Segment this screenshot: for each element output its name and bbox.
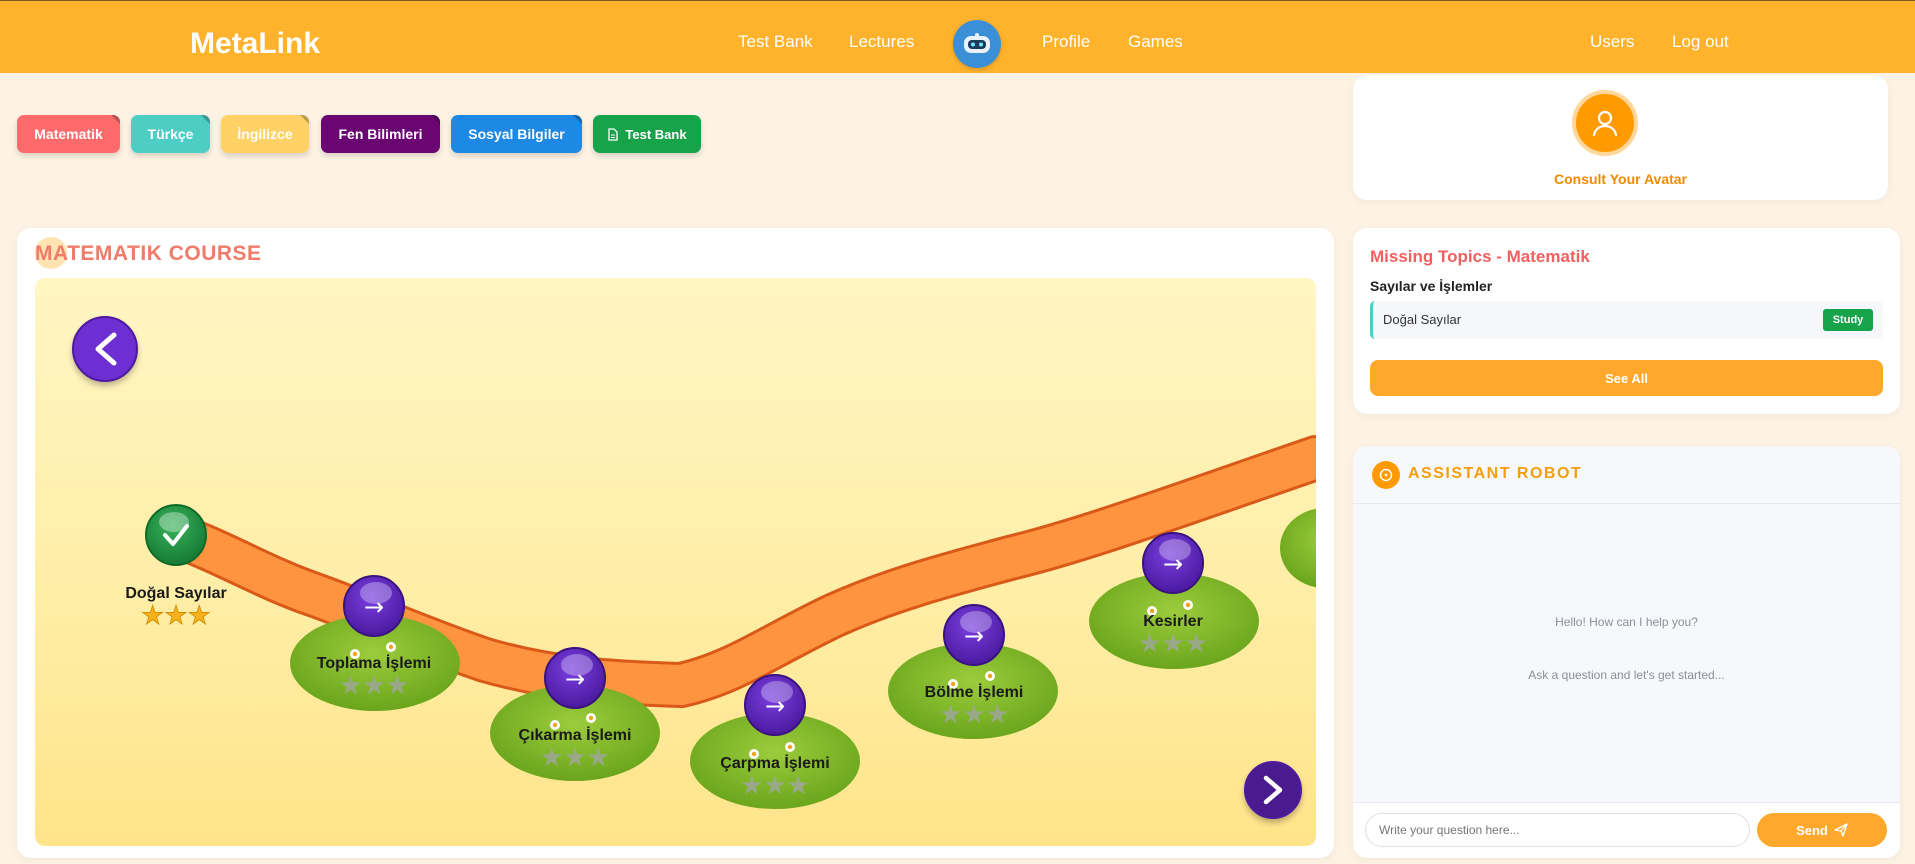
subject-turkce[interactable]: Türkçe: [131, 115, 210, 153]
send-button[interactable]: Send: [1757, 813, 1887, 847]
subject-test-bank[interactable]: Test Bank: [593, 115, 701, 153]
previous-button[interactable]: [72, 316, 138, 382]
question-input[interactable]: [1365, 813, 1750, 847]
arrow-right-icon: →: [1163, 550, 1183, 578]
subject-ingilizce[interactable]: İngilizce: [221, 115, 309, 153]
subject-label: Sosyal Bilgiler: [468, 126, 565, 142]
subject-label: Matematik: [34, 126, 103, 142]
lesson-label: Çarpma İşlemi: [720, 754, 829, 772]
assistant-input-bar: Send: [1353, 802, 1900, 858]
lesson-label: Toplama İşlemi: [317, 654, 431, 672]
app-logo[interactable]: MetaLink: [190, 27, 320, 61]
top-navbar: MetaLink Test Bank Lectures Profile Game…: [0, 0, 1915, 73]
course-title: MATEMATIK COURSE: [35, 242, 262, 265]
lesson-label: Bölme İşlemi: [925, 683, 1024, 701]
see-all-button[interactable]: See All: [1370, 360, 1883, 396]
paper-plane-icon: [1834, 823, 1848, 837]
chevron-right-icon: [1263, 775, 1283, 805]
nav-logout[interactable]: Log out: [1672, 32, 1729, 52]
subject-matematik[interactable]: Matematik: [17, 115, 120, 153]
island: [1280, 508, 1316, 588]
assistant-greeting: Hello! How can I help you?: [1555, 615, 1698, 629]
lesson-node-dogal-sayilar[interactable]: [145, 504, 207, 566]
subject-label: İngilizce: [237, 126, 293, 142]
missing-topic-name: Doğal Sayılar: [1383, 312, 1462, 327]
robot-icon[interactable]: [953, 20, 1001, 68]
missing-topics-title: Missing Topics - Matematik: [1370, 247, 1590, 266]
stars-empty: ★★★: [740, 771, 810, 801]
lesson-label: Doğal Sayılar: [125, 585, 226, 602]
next-button[interactable]: [1244, 761, 1302, 819]
lesson-label: Kesirler: [1143, 613, 1203, 630]
assistant-card: ASSISTANT ROBOT Hello! How can I help yo…: [1353, 446, 1900, 858]
subject-sosyal-bilgiler[interactable]: Sosyal Bilgiler: [451, 115, 582, 153]
arrow-right-icon: →: [964, 622, 984, 650]
assistant-header: ASSISTANT ROBOT: [1353, 446, 1900, 504]
nav-lectures[interactable]: Lectures: [849, 32, 914, 52]
lesson-node-kesirler[interactable]: →: [1142, 532, 1204, 594]
lesson-label: Çıkarma İşlemi: [519, 726, 632, 744]
study-button[interactable]: Study: [1823, 309, 1873, 331]
avatar-label[interactable]: Consult Your Avatar: [1353, 171, 1888, 187]
nav-users[interactable]: Users: [1590, 32, 1634, 52]
arrow-right-icon: →: [364, 593, 384, 621]
stars-empty: ★★★: [1138, 629, 1208, 659]
stars-empty: ★★★: [540, 743, 610, 773]
course-card: MATEMATIK COURSE Doğal Sayılar ★★★ → Top…: [17, 228, 1334, 858]
missing-topics-category: Sayılar ve İşlemler: [1370, 278, 1493, 294]
arrow-right-icon: →: [765, 692, 785, 720]
nav-test-bank[interactable]: Test Bank: [738, 32, 813, 52]
subject-label: Türkçe: [147, 126, 194, 142]
stars-earned: ★★★: [141, 601, 211, 631]
chevron-left-icon: [95, 332, 117, 366]
nav-profile[interactable]: Profile: [1042, 32, 1090, 52]
subject-label: Test Bank: [625, 126, 687, 142]
stars-empty: ★★★: [339, 671, 409, 701]
avatar-card: Consult Your Avatar: [1353, 75, 1888, 200]
send-label: Send: [1796, 822, 1828, 838]
nav-games[interactable]: Games: [1128, 32, 1183, 52]
arrow-right-icon: →: [565, 665, 585, 693]
stars-empty: ★★★: [939, 700, 1009, 730]
assistant-prompt: Ask a question and let's get started...: [1528, 668, 1725, 682]
subject-fen-bilimleri[interactable]: Fen Bilimleri: [321, 115, 440, 153]
lesson-node-toplama[interactable]: →: [343, 575, 405, 637]
user-icon: [1592, 110, 1618, 137]
lesson-node-cikarma[interactable]: →: [544, 647, 606, 709]
robot-status-icon: [1372, 461, 1400, 489]
course-map: Doğal Sayılar ★★★ → Toplama İşlemi ★★★ →…: [35, 278, 1316, 846]
missing-topic-item: Doğal Sayılar Study: [1370, 301, 1883, 339]
assistant-title: ASSISTANT ROBOT: [1408, 465, 1583, 482]
subject-label: Fen Bilimleri: [338, 126, 423, 142]
lesson-node-bolme[interactable]: →: [943, 604, 1005, 666]
lesson-node-carpma[interactable]: →: [744, 674, 806, 736]
avatar-button[interactable]: [1572, 90, 1638, 156]
document-icon: [608, 127, 619, 141]
missing-topics-card: Missing Topics - Matematik Sayılar ve İş…: [1353, 228, 1900, 414]
